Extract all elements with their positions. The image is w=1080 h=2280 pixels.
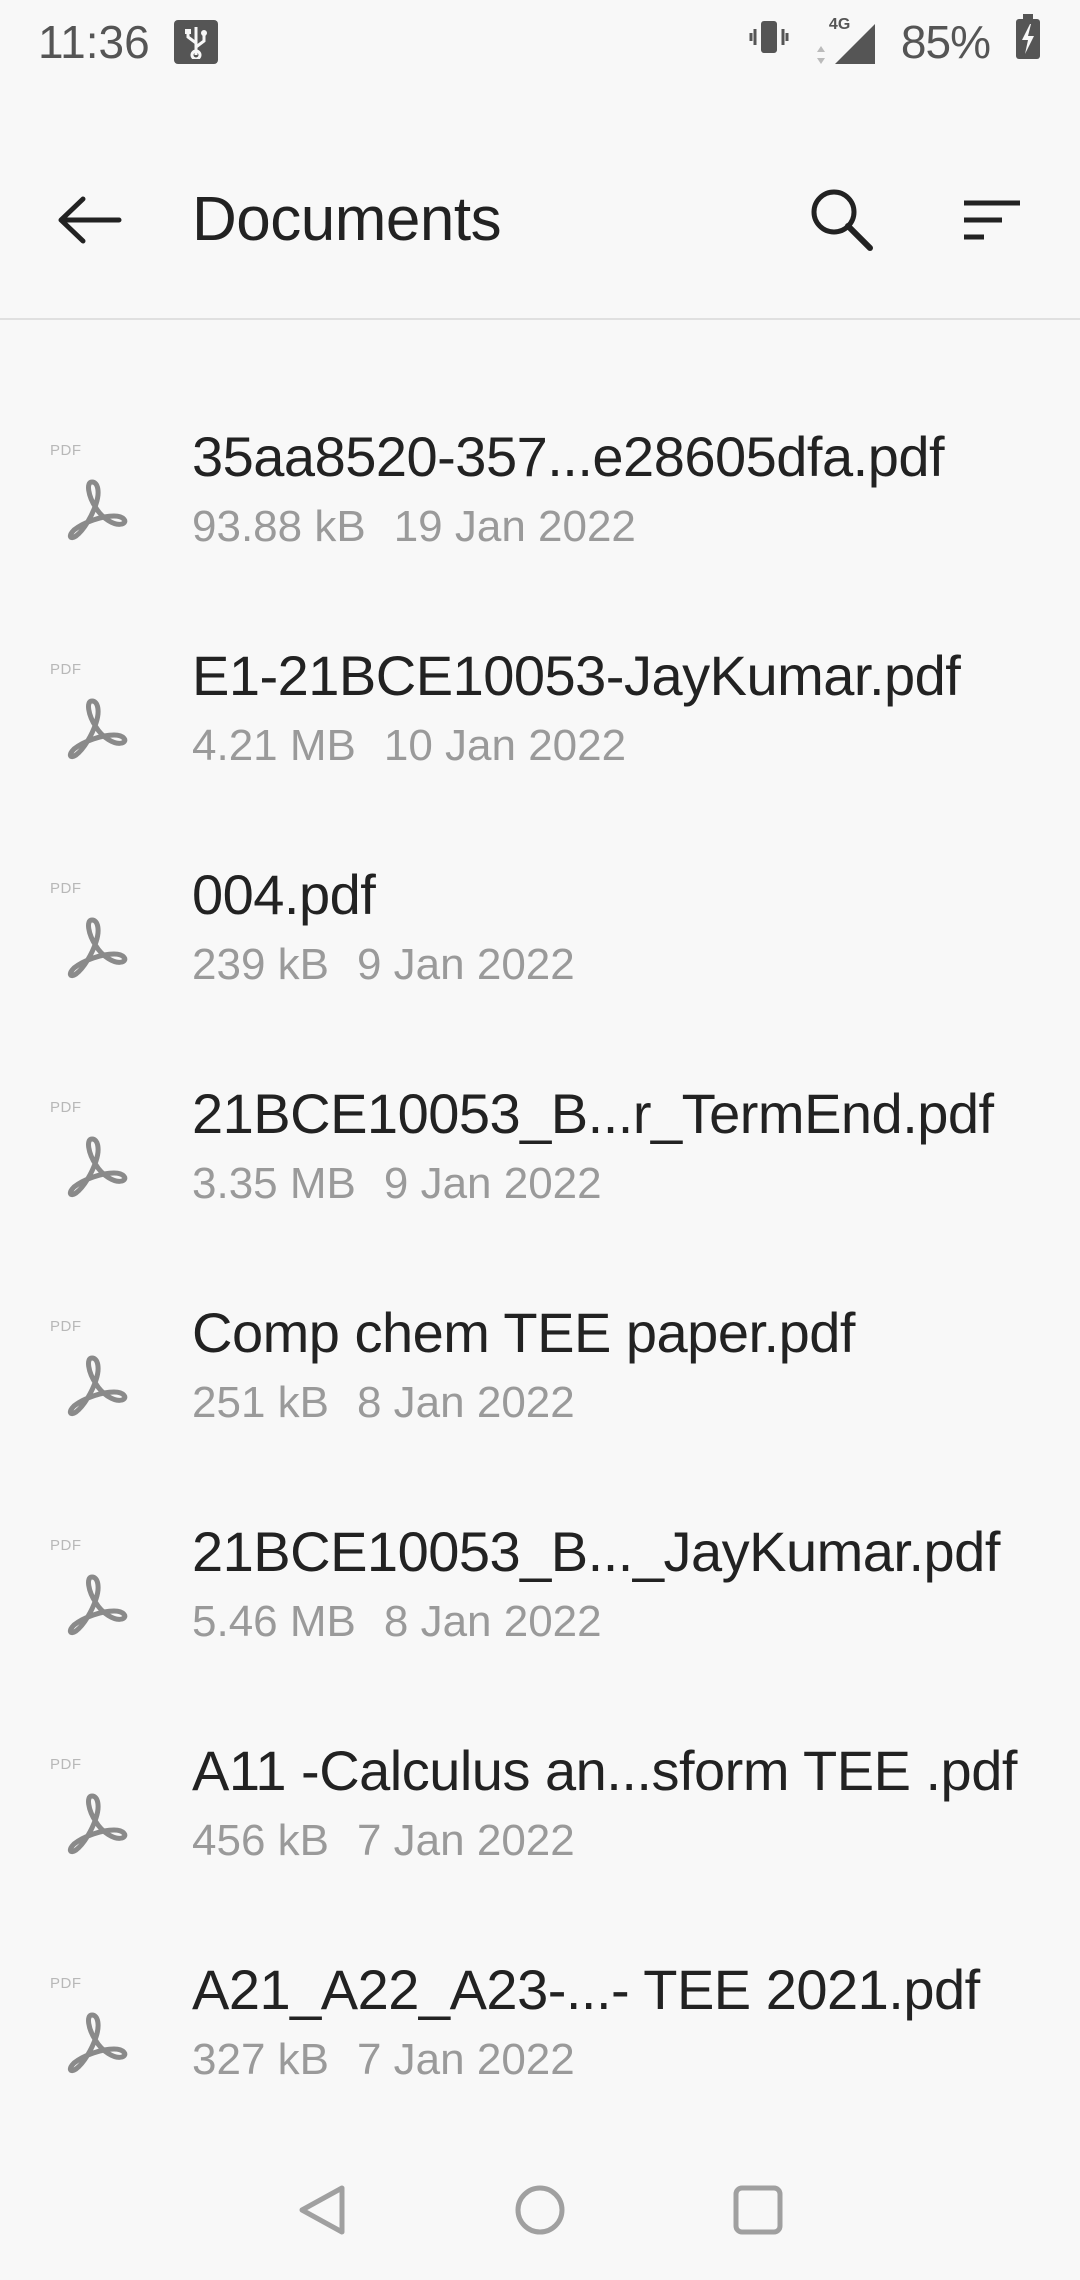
acrobat-icon bbox=[67, 698, 128, 760]
pdf-file-icon: PDF bbox=[48, 661, 138, 771]
file-list-item[interactable]: PDF 21BCE10053_B...r_TermEnd.pdf 3.35 MB… bbox=[0, 1059, 1080, 1278]
pdf-file-icon: PDF bbox=[48, 442, 138, 552]
acrobat-icon bbox=[67, 1136, 128, 1198]
file-size: 239 kB bbox=[192, 940, 329, 989]
file-date: 9 Jan 2022 bbox=[356, 940, 575, 989]
page-title: Documents bbox=[192, 185, 502, 254]
pdf-file-icon: PDF bbox=[48, 1537, 138, 1647]
nav-home-button[interactable] bbox=[502, 2172, 578, 2248]
sort-button[interactable] bbox=[950, 178, 1034, 262]
triangle-back-icon bbox=[299, 2185, 345, 2235]
file-date: 7 Jan 2022 bbox=[356, 2035, 575, 2084]
file-list-item[interactable]: PDF A11 -Calculus an...sform TEE .pdf 45… bbox=[0, 1716, 1080, 1935]
arrow-left-icon bbox=[58, 196, 122, 244]
file-name: 21BCE10053_B..._JayKumar.pdf bbox=[192, 1520, 1000, 1583]
file-meta: 239 kB 9 Jan 2022 bbox=[192, 940, 575, 990]
file-size: 456 kB bbox=[192, 1816, 329, 1865]
pdf-tag-label: PDF bbox=[50, 1318, 82, 1335]
file-name: E1-21BCE10053-JayKumar.pdf bbox=[192, 644, 961, 707]
pdf-file-icon: PDF bbox=[48, 1099, 138, 1209]
file-meta: 93.88 kB 19 Jan 2022 bbox=[192, 502, 636, 552]
file-size: 3.35 MB bbox=[192, 1159, 356, 1208]
vibrate-icon bbox=[749, 15, 789, 70]
file-size: 251 kB bbox=[192, 1378, 329, 1427]
file-meta: 4.21 MB 10 Jan 2022 bbox=[192, 721, 626, 771]
file-meta: 251 kB 8 Jan 2022 bbox=[192, 1378, 575, 1428]
circle-home-icon bbox=[515, 2185, 565, 2235]
file-list-item[interactable]: PDF Comp chem TEE paper.pdf 251 kB 8 Jan … bbox=[0, 1278, 1080, 1497]
file-name: 004.pdf bbox=[192, 863, 376, 926]
file-meta: 327 kB 7 Jan 2022 bbox=[192, 2035, 575, 2085]
signal-icon: 4G bbox=[813, 16, 877, 66]
pdf-tag-label: PDF bbox=[50, 1537, 82, 1554]
battery-percent: 85% bbox=[900, 16, 991, 68]
pdf-tag-label: PDF bbox=[50, 880, 82, 897]
pdf-file-icon: PDF bbox=[48, 1318, 138, 1428]
pdf-tag-label: PDF bbox=[50, 661, 82, 678]
file-list-item[interactable]: PDF A21_A22_A23-...- TEE 2021.pdf 327 kB… bbox=[0, 1935, 1080, 2154]
file-size: 93.88 kB bbox=[192, 502, 366, 551]
network-type-label: 4G bbox=[828, 16, 851, 33]
file-date: 7 Jan 2022 bbox=[356, 1816, 575, 1865]
file-name: 35aa8520-357...e28605dfa.pdf bbox=[192, 425, 945, 488]
square-recents-icon bbox=[733, 2185, 783, 2235]
file-date: 19 Jan 2022 bbox=[393, 502, 636, 551]
nav-back-button[interactable] bbox=[284, 2172, 360, 2248]
file-date: 10 Jan 2022 bbox=[383, 721, 627, 770]
file-name: A11 -Calculus an...sform TEE .pdf bbox=[192, 1739, 1017, 1802]
file-date: 9 Jan 2022 bbox=[383, 1159, 602, 1208]
status-left: 11:36 bbox=[38, 15, 218, 69]
acrobat-icon bbox=[67, 1574, 128, 1636]
status-bar: 11:36 4G 85% bbox=[0, 0, 1080, 84]
file-list: PDF 35aa8520-357...e28605dfa.pdf 93.88 k… bbox=[0, 402, 1080, 2154]
file-size: 5.46 MB bbox=[192, 1597, 356, 1646]
back-button[interactable] bbox=[50, 180, 130, 260]
navigation-bar bbox=[0, 2140, 1080, 2280]
usb-icon bbox=[173, 20, 218, 64]
pdf-tag-label: PDF bbox=[50, 1975, 82, 1992]
status-right: 4G 85% bbox=[749, 13, 1042, 71]
pdf-file-icon: PDF bbox=[48, 880, 138, 990]
acrobat-icon bbox=[67, 479, 128, 541]
nav-recents-button[interactable] bbox=[720, 2172, 796, 2248]
status-time: 11:36 bbox=[38, 16, 150, 68]
search-icon bbox=[811, 189, 873, 251]
pdf-tag-label: PDF bbox=[50, 1099, 82, 1116]
pdf-file-icon: PDF bbox=[48, 1756, 138, 1866]
file-date: 8 Jan 2022 bbox=[383, 1597, 602, 1646]
file-date: 8 Jan 2022 bbox=[356, 1378, 575, 1427]
file-name: 21BCE10053_B...r_TermEnd.pdf bbox=[192, 1082, 994, 1145]
pdf-tag-label: PDF bbox=[50, 1756, 82, 1773]
pdf-tag-label: PDF bbox=[50, 442, 82, 459]
file-list-item[interactable]: PDF E1-21BCE10053-JayKumar.pdf 4.21 MB 10… bbox=[0, 621, 1080, 840]
file-list-item[interactable]: PDF 21BCE10053_B..._JayKumar.pdf 5.46 MB… bbox=[0, 1497, 1080, 1716]
screen: 11:36 4G 85% Documents PDF 35aa8520-357.… bbox=[0, 0, 1080, 2280]
file-name: A21_A22_A23-...- TEE 2021.pdf bbox=[192, 1958, 980, 2021]
app-bar: Documents bbox=[0, 120, 1080, 320]
file-size: 327 kB bbox=[192, 2035, 329, 2084]
file-meta: 5.46 MB 8 Jan 2022 bbox=[192, 1597, 602, 1647]
file-size: 4.21 MB bbox=[192, 721, 356, 770]
sort-icon bbox=[964, 200, 1020, 240]
pdf-file-icon: PDF bbox=[48, 1975, 138, 2085]
acrobat-icon bbox=[67, 1793, 128, 1855]
battery-charging-icon bbox=[1014, 13, 1042, 71]
file-meta: 3.35 MB 9 Jan 2022 bbox=[192, 1159, 602, 1209]
acrobat-icon bbox=[67, 917, 128, 979]
file-meta: 456 kB 7 Jan 2022 bbox=[192, 1816, 575, 1866]
file-list-item[interactable]: PDF 004.pdf 239 kB 9 Jan 2022 bbox=[0, 840, 1080, 1059]
file-list-item[interactable]: PDF 35aa8520-357...e28605dfa.pdf 93.88 k… bbox=[0, 402, 1080, 621]
acrobat-icon bbox=[67, 2012, 128, 2074]
acrobat-icon bbox=[67, 1355, 128, 1417]
file-name: Comp chem TEE paper.pdf bbox=[192, 1301, 855, 1364]
search-button[interactable] bbox=[800, 178, 884, 262]
